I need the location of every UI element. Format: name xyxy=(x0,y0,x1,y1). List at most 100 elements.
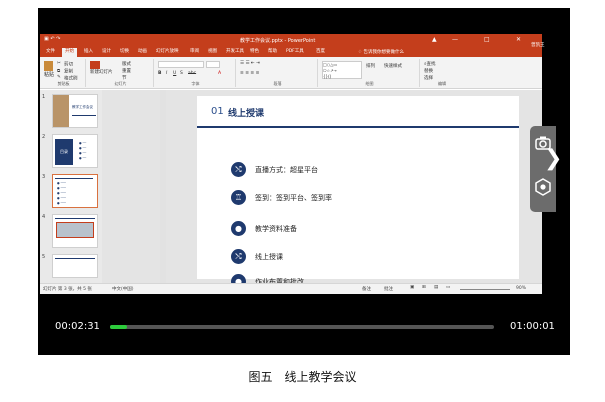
close-button[interactable]: ✕ xyxy=(516,36,521,43)
total-time: 01:00:01 xyxy=(510,321,555,332)
language-status[interactable]: 中文(中国) xyxy=(112,286,134,292)
slide-bullet-text: 线上授课 xyxy=(255,253,283,261)
ribbon-display-icon[interactable]: ▲ xyxy=(432,36,437,43)
thumb-divider xyxy=(55,258,95,259)
underline-button[interactable]: U xyxy=(173,71,176,76)
title-bar: ▣ ↶ ↷ 教学工作会议.pptx - PowerPoint ▲ — □ ✕ xyxy=(40,34,542,47)
thumb-number: 5 xyxy=(42,254,46,260)
slide-count-status: 幻灯片 第 3 张，共 5 张 xyxy=(43,287,92,292)
scissors-icon: ✂ xyxy=(57,61,61,66)
slide-thumbnail-1[interactable]: 教学工作会议 xyxy=(52,94,98,128)
thumb-number: 2 xyxy=(42,134,46,140)
shapes-gallery[interactable]: □○△▭ ⬠☆↗→{}() xyxy=(322,61,362,79)
thumb-divider xyxy=(72,115,96,116)
tab-insert[interactable]: 插入 xyxy=(84,48,93,54)
current-time: 00:02:31 xyxy=(55,321,100,332)
layout-button[interactable]: 版式 xyxy=(122,61,131,67)
replace-button[interactable]: 替换 xyxy=(424,68,433,74)
font-color-button[interactable]: A xyxy=(218,71,221,76)
next-chevron-icon[interactable]: ❯ xyxy=(544,148,562,170)
tell-me-search[interactable]: ♢ 告诉我你想要做什么 xyxy=(358,49,404,55)
tab-file[interactable]: 文件 xyxy=(46,48,55,54)
tab-design[interactable]: 设计 xyxy=(102,48,111,54)
paragraph-group-label: 段落 xyxy=(273,81,282,86)
paste-icon xyxy=(44,61,53,71)
user-icon: ● xyxy=(231,221,246,236)
shadow-button[interactable]: S xyxy=(180,71,183,76)
drawing-group: □○△▭ ⬠☆↗→{}() 排列 快速样式 绘图 xyxy=(320,59,420,87)
reading-view-icon[interactable]: ▤ xyxy=(434,285,438,290)
undo-icon[interactable]: ↶ xyxy=(50,36,54,42)
find-button[interactable]: ⌕查找 xyxy=(424,61,436,67)
new-slide-button[interactable]: 新建幻灯片 xyxy=(90,61,113,75)
tab-animations[interactable]: 动画 xyxy=(138,48,147,54)
slides-group: 新建幻灯片 版式 重置 节 幻灯片 xyxy=(88,59,154,87)
quick-access-toolbar[interactable]: ▣ ↶ ↷ xyxy=(44,36,60,42)
slide-title-underline xyxy=(197,126,519,128)
slide-section-number: 01 xyxy=(211,106,224,117)
bullets-button[interactable]: ☰ ☰ ⇤ ⇥ xyxy=(240,61,260,66)
thumb-2-label: 目录 xyxy=(55,139,73,165)
align-buttons[interactable]: ≡ ≡ ≡ ≡ xyxy=(240,71,259,76)
comments-button[interactable]: 批注 xyxy=(384,286,393,292)
paste-button[interactable]: 粘贴 xyxy=(44,61,54,78)
font-name-select[interactable] xyxy=(158,61,204,68)
record-icon[interactable] xyxy=(535,178,551,196)
minimize-button[interactable]: — xyxy=(452,36,458,43)
thumb-photo xyxy=(53,95,69,127)
maximize-button[interactable]: □ xyxy=(484,36,490,43)
thumbnail-scrollbar[interactable] xyxy=(160,90,166,283)
redo-icon[interactable]: ↷ xyxy=(56,36,60,42)
slide-bullet-text: 教学资料准备 xyxy=(255,225,297,233)
clipboard-group: 粘贴 ✂ 剪切 ⧉ 复制 ✎ 格式刷 剪贴板 xyxy=(42,59,86,87)
tab-home[interactable]: 开始 xyxy=(62,48,77,57)
bold-button[interactable]: B xyxy=(158,71,161,76)
thumb-1-title: 教学工作会议 xyxy=(72,105,93,109)
quick-styles-button[interactable]: 快速样式 xyxy=(384,63,402,69)
slideshow-icon[interactable]: ▭ xyxy=(446,285,450,290)
tab-review[interactable]: 审阅 xyxy=(190,48,199,54)
zoom-slider[interactable] xyxy=(460,289,510,290)
user-name-label: 曾凯王 xyxy=(531,43,545,48)
slide-sorter-icon[interactable]: ⊞ xyxy=(422,285,426,290)
font-group-label: 字体 xyxy=(191,81,200,86)
italic-button[interactable]: I xyxy=(166,71,167,76)
slide-thumbnail-5[interactable] xyxy=(52,254,98,278)
normal-view-icon[interactable]: ▣ xyxy=(410,285,414,290)
ribbon: 粘贴 ✂ 剪切 ⧉ 复制 ✎ 格式刷 剪贴板 新建幻灯片 版式 重置 节 幻灯片 B … xyxy=(40,57,542,89)
notes-button[interactable]: 备注 xyxy=(362,286,371,292)
copy-button[interactable]: ⧉ 复制 xyxy=(57,68,73,75)
slides-group-label: 幻灯片 xyxy=(114,81,127,86)
powerpoint-window: ▣ ↶ ↷ 教学工作会议.pptx - PowerPoint ▲ — □ ✕ 文… xyxy=(40,34,542,294)
tab-pdf-tools[interactable]: PDF工具 xyxy=(286,48,304,54)
font-size-select[interactable] xyxy=(206,61,220,68)
progress-bar[interactable] xyxy=(110,325,494,329)
save-icon[interactable]: ▣ xyxy=(44,36,49,42)
copy-icon: ⧉ xyxy=(57,69,61,74)
slide-thumbnail-4[interactable] xyxy=(52,214,98,248)
video-player: ▣ ↶ ↷ 教学工作会议.pptx - PowerPoint ▲ — □ ✕ 文… xyxy=(38,8,570,355)
tab-view[interactable]: 视图 xyxy=(208,48,217,54)
cut-button[interactable]: ✂ 剪切 xyxy=(57,61,73,68)
thumb-screenshot xyxy=(56,222,94,238)
tab-special[interactable]: 特色 xyxy=(250,48,259,54)
arrange-button[interactable]: 排列 xyxy=(366,63,375,69)
slide-bullet-text: 直播方式：超星平台 xyxy=(255,166,318,174)
reset-button[interactable]: 重置 xyxy=(122,68,131,74)
tab-slideshow[interactable]: 幻灯片放映 xyxy=(156,48,179,54)
zoom-level[interactable]: 90% xyxy=(516,286,526,291)
thumb-divider xyxy=(55,218,95,219)
figure-caption: 图五 线上教学会议 xyxy=(248,370,357,384)
ribbon-tabs: 文件 开始 插入 设计 切换 动画 幻灯片放映 审阅 视图 开发工具 特色 帮助… xyxy=(40,47,542,57)
current-slide[interactable]: 01 线上授课 ⤭ 直播方式：超星平台 ♖ 签到：签到平台、签到率 ● 教学资料… xyxy=(197,96,519,289)
slide-thumbnail-3[interactable]: ● ─── ● ─── ● ─── ● ─── ● ─── xyxy=(52,174,98,208)
window-title: 教学工作会议.pptx - PowerPoint xyxy=(240,38,316,44)
tab-help[interactable]: 帮助 xyxy=(268,48,277,54)
tab-developer[interactable]: 开发工具 xyxy=(226,48,244,54)
clipboard-group-label: 剪贴板 xyxy=(57,81,70,86)
tab-transitions[interactable]: 切换 xyxy=(120,48,129,54)
tab-baidu[interactable]: 百度 xyxy=(316,48,325,54)
slide-thumbnail-2[interactable]: 目录 ● ── ● ── ● ── ● ── xyxy=(52,134,98,168)
thumb-2-list: ● ── ● ── ● ── ● ── xyxy=(79,141,87,160)
strikethrough-button[interactable]: abc xyxy=(188,71,196,76)
